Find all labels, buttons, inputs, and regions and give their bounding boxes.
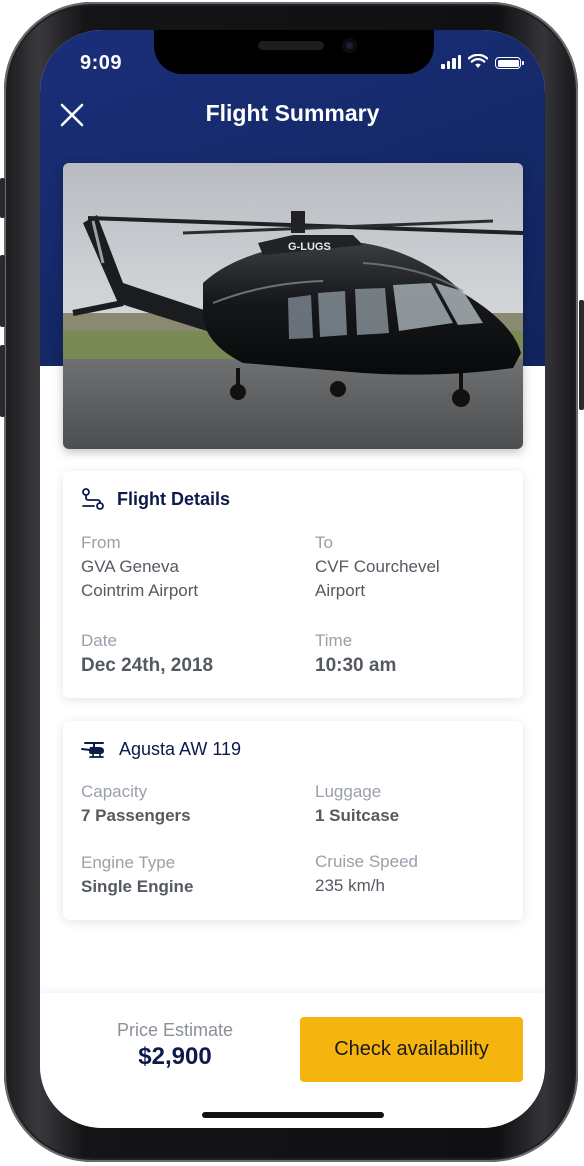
page-title: Flight Summary (205, 100, 380, 126)
status-time: 9:09 (80, 52, 123, 74)
battery-icon (495, 57, 524, 69)
time-label: Time (315, 631, 353, 650)
bottom-bar: Price Estimate $2,900 Check availability (40, 993, 545, 1128)
flight-details-header: Flight Details (81, 488, 230, 510)
helicopter-icon (81, 741, 104, 758)
svg-text:G-LUGS: G-LUGS (288, 241, 331, 253)
capacity-field: Capacity 7 Passengers (81, 780, 281, 828)
silent-switch (0, 178, 5, 218)
capacity-label: Capacity (81, 782, 148, 801)
engine-field: Engine Type Single Engine (81, 851, 281, 899)
to-label: To (315, 533, 333, 552)
from-line2: Cointrim Airport (81, 581, 199, 600)
speed-label: Cruise Speed (315, 852, 419, 871)
speed-value: 235 km/h (315, 876, 385, 895)
to-line1: CVF Courchevel (315, 557, 440, 576)
to-field: To CVF Courchevel Airport (315, 531, 515, 603)
time-field: Time 10:30 am (315, 629, 515, 679)
volume-up-button (0, 255, 5, 327)
power-button (579, 300, 584, 410)
aircraft-card: Agusta AW 119 Capacity 7 Passengers Lugg… (63, 721, 523, 920)
date-label: Date (81, 631, 117, 650)
front-camera (342, 38, 357, 53)
status-icons (441, 54, 524, 69)
home-indicator (202, 1112, 384, 1118)
price-label: Price Estimate (116, 1020, 234, 1040)
notch (154, 30, 434, 74)
speed-field: Cruise Speed 235 km/h (315, 850, 515, 898)
wifi-icon (468, 54, 488, 68)
engine-label: Engine Type (81, 853, 176, 872)
route-icon (82, 488, 104, 510)
flight-details-card: Flight Details From GVA Geneva Cointrim … (63, 471, 523, 698)
flight-details-title: Flight Details (117, 488, 231, 509)
from-field: From GVA Geneva Cointrim Airport (81, 531, 281, 603)
engine-value: Single Engine (81, 877, 194, 896)
date-field: Date Dec 24th, 2018 (81, 629, 281, 679)
from-label: From (81, 533, 121, 552)
luggage-value: 1 Suitcase (315, 806, 400, 825)
time-value: 10:30 am (315, 655, 397, 676)
helicopter-photo: G-LUGS (63, 163, 523, 449)
to-line2: Airport (315, 581, 366, 600)
luggage-label: Luggage (315, 782, 382, 801)
phone-screen: 9:09 Flight Summary G-LUGS Flight Detail… (40, 30, 545, 1128)
aircraft-name: Agusta AW 119 (119, 739, 242, 759)
signal-icon (441, 55, 461, 69)
date-value: Dec 24th, 2018 (81, 655, 214, 676)
aircraft-header: Agusta AW 119 (81, 739, 241, 760)
price-value: $2,900 (138, 1043, 212, 1070)
speaker (258, 41, 324, 50)
check-availability-button[interactable]: Check availability (300, 1017, 523, 1082)
volume-down-button (0, 345, 5, 417)
capacity-value: 7 Passengers (81, 806, 191, 825)
luggage-field: Luggage 1 Suitcase (315, 780, 515, 828)
from-line1: GVA Geneva (81, 557, 179, 576)
